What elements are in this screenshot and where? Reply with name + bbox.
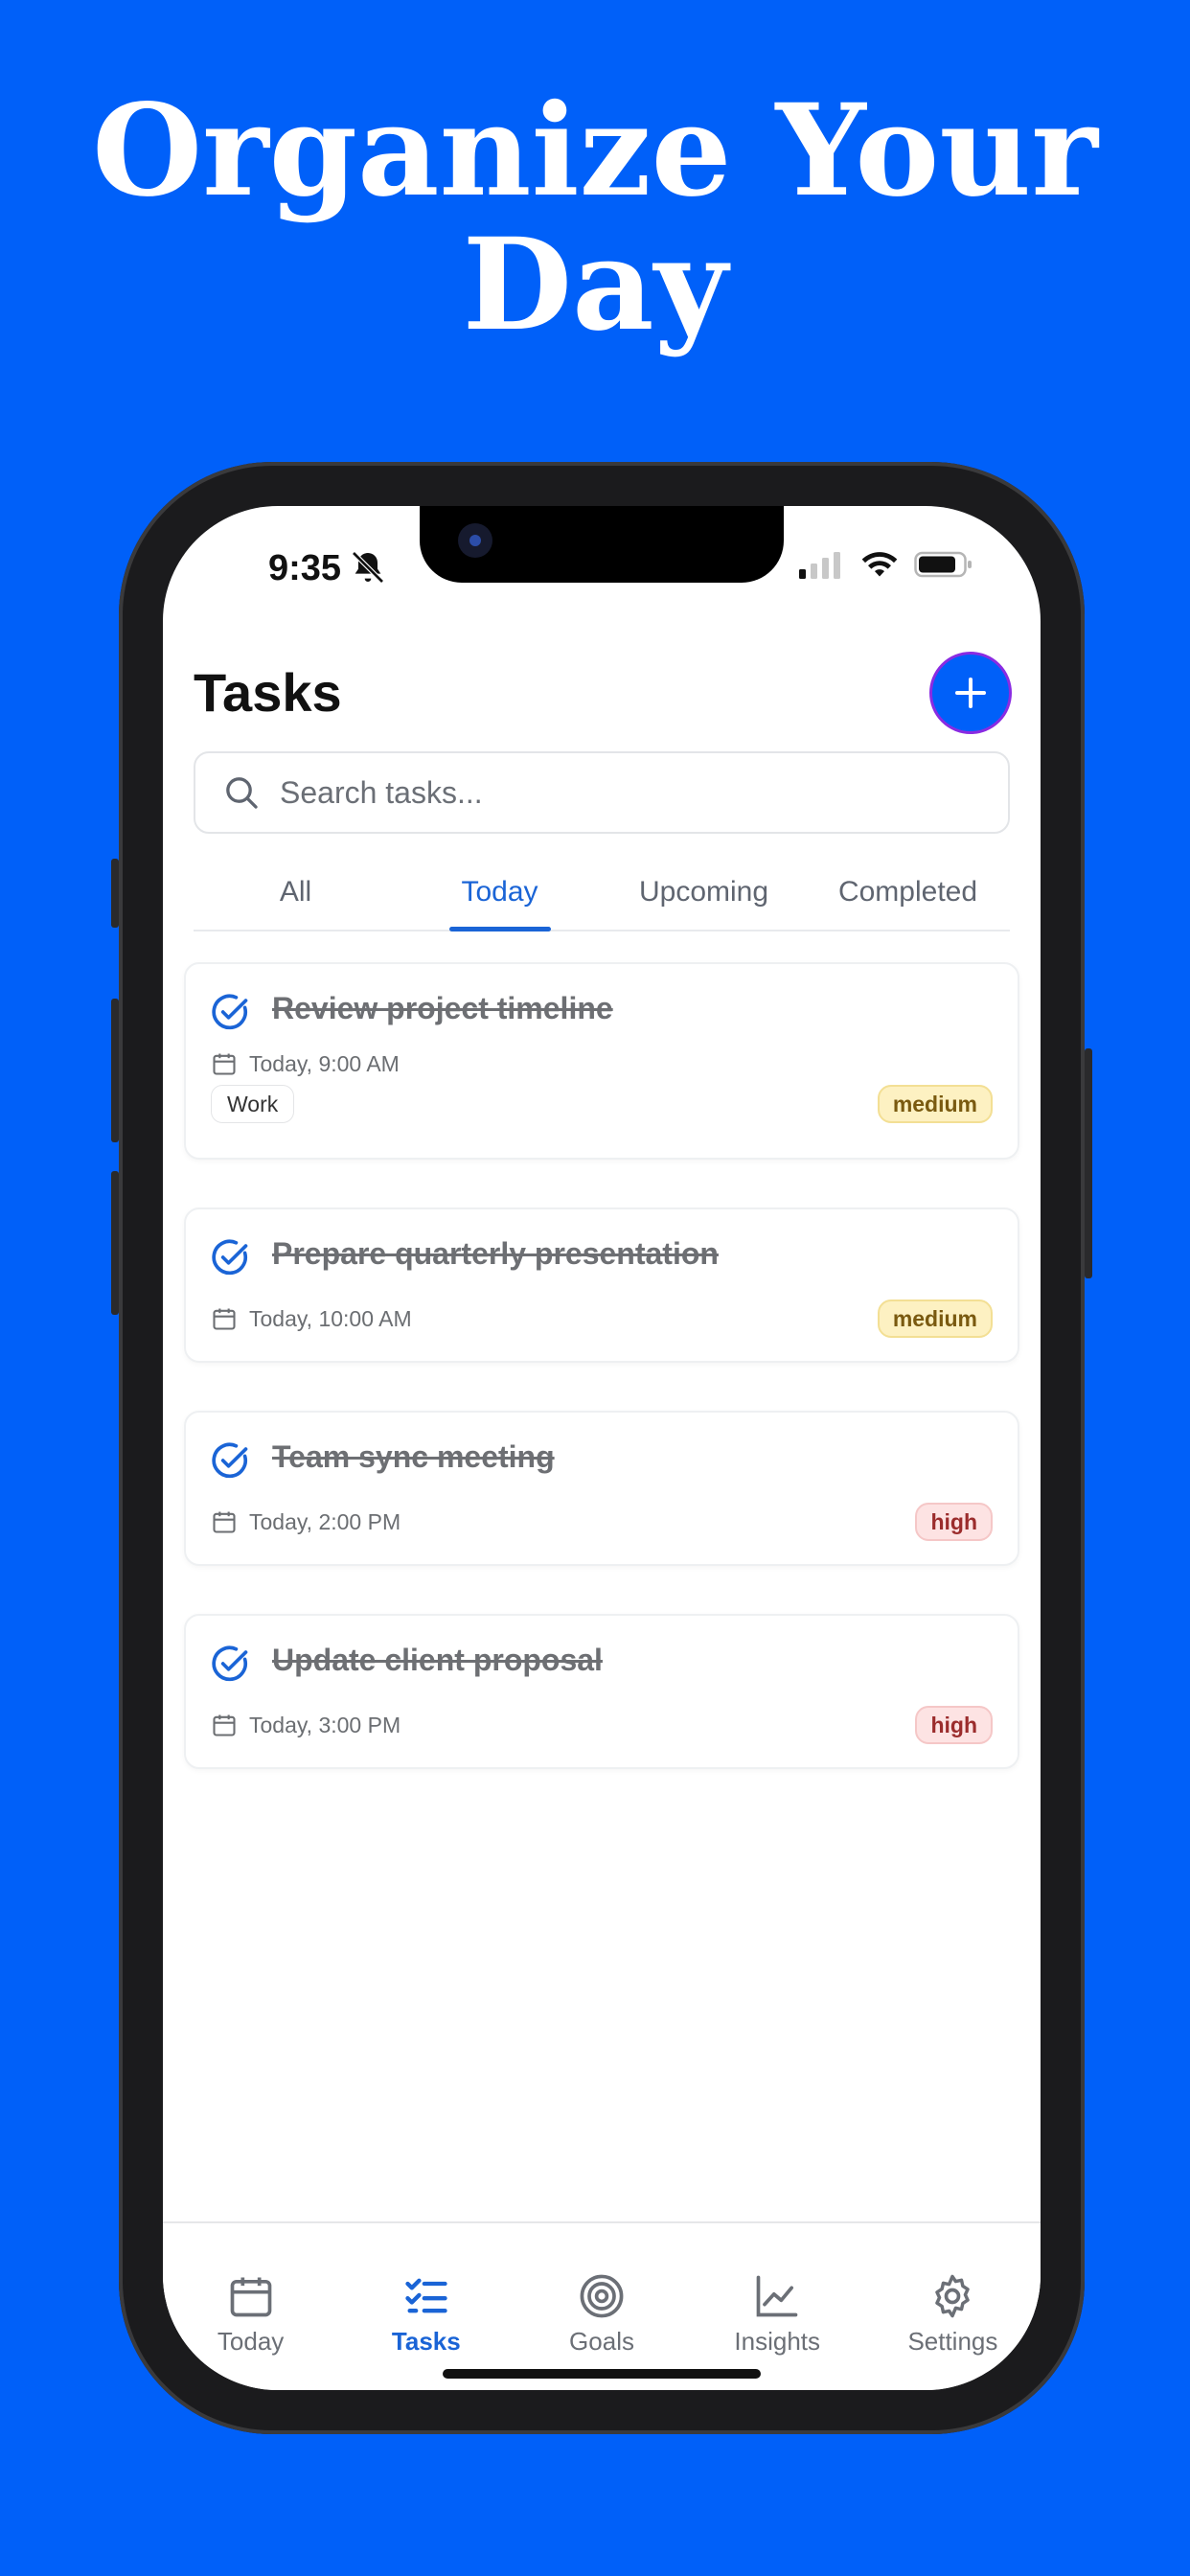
phone-frame: 9:35 Tasks Search tasks... All Today Upc… bbox=[111, 462, 1092, 2434]
task-due: Today, 9:00 AM bbox=[211, 1050, 400, 1077]
task-time: Today, 2:00 PM bbox=[249, 1508, 401, 1534]
priority-badge: medium bbox=[877, 1300, 993, 1338]
task-time: Today, 3:00 PM bbox=[249, 1712, 401, 1737]
nav-goals-label: Goals bbox=[569, 2327, 634, 2356]
power-button bbox=[1085, 1048, 1092, 1278]
mute-switch bbox=[111, 859, 119, 928]
nav-insights[interactable]: Insights bbox=[690, 2223, 865, 2390]
task-title: Update client proposal bbox=[272, 1643, 603, 1677]
calendar-icon bbox=[230, 2277, 271, 2317]
signal-icon bbox=[799, 552, 840, 579]
nav-tasks[interactable]: Tasks bbox=[338, 2223, 514, 2390]
calendar-icon bbox=[213, 1511, 236, 1533]
check-circle-icon[interactable] bbox=[209, 1236, 251, 1278]
tab-all[interactable]: All bbox=[194, 870, 398, 930]
search-input[interactable] bbox=[280, 774, 950, 811]
task-title: Review project timeline bbox=[272, 991, 613, 1025]
search-bar[interactable] bbox=[194, 751, 1010, 834]
checklist-icon bbox=[405, 2278, 447, 2313]
volume-down-button bbox=[111, 1171, 119, 1315]
task-due: Today, 2:00 PM bbox=[211, 1508, 400, 1535]
priority-badge: high bbox=[915, 1706, 993, 1744]
check-circle-icon[interactable] bbox=[209, 1439, 251, 1482]
status-icons bbox=[799, 550, 973, 579]
camera-icon bbox=[458, 523, 492, 558]
target-icon bbox=[580, 2274, 624, 2318]
priority-badge: medium bbox=[877, 1085, 993, 1123]
promo-headline-line2: Day bbox=[462, 211, 728, 359]
task-due: Today, 3:00 PM bbox=[211, 1712, 400, 1738]
search-icon bbox=[226, 777, 258, 809]
page-title: Tasks bbox=[194, 662, 342, 723]
calendar-icon bbox=[213, 1308, 236, 1330]
task-time: Today, 10:00 AM bbox=[249, 1305, 412, 1331]
promo-headline: Organize Your Day bbox=[0, 84, 1190, 353]
task-title: Team sync meeting bbox=[272, 1439, 555, 1474]
nav-tasks-label: Tasks bbox=[391, 2327, 461, 2356]
status-time: 9:35 bbox=[268, 548, 342, 588]
gear-icon bbox=[935, 2274, 971, 2318]
calendar-icon bbox=[213, 1053, 236, 1075]
home-indicator[interactable] bbox=[443, 2369, 761, 2379]
filter-tabs: All Today Upcoming Completed bbox=[194, 870, 1010, 932]
app-screen: 9:35 Tasks Search tasks... All Today Upc… bbox=[163, 506, 1041, 2390]
check-circle-icon[interactable] bbox=[209, 1643, 251, 1685]
notch bbox=[420, 506, 784, 583]
nav-today-label: Today bbox=[217, 2327, 285, 2356]
task-title: Prepare quarterly presentation bbox=[272, 1236, 719, 1271]
plus-icon bbox=[955, 678, 986, 708]
bell-muted-icon bbox=[352, 551, 384, 584]
tab-today[interactable]: Today bbox=[398, 870, 602, 930]
bottom-nav: Today Tasks Goals Insights Settings bbox=[163, 2221, 1041, 2390]
tab-upcoming[interactable]: Upcoming bbox=[602, 870, 806, 930]
nav-goals[interactable]: Goals bbox=[514, 2223, 689, 2390]
check-circle-icon[interactable] bbox=[209, 991, 251, 1033]
nav-settings[interactable]: Settings bbox=[865, 2223, 1041, 2390]
add-task-button[interactable] bbox=[929, 652, 1012, 734]
nav-settings-label: Settings bbox=[907, 2327, 998, 2356]
task-due: Today, 10:00 AM bbox=[211, 1305, 412, 1332]
battery-icon bbox=[914, 551, 972, 578]
wifi-icon bbox=[861, 552, 898, 577]
task-time: Today, 9:00 AM bbox=[249, 1050, 400, 1076]
calendar-icon bbox=[213, 1714, 236, 1736]
task-tag: Work bbox=[211, 1085, 295, 1123]
tab-completed[interactable]: Completed bbox=[806, 870, 1010, 930]
priority-badge: high bbox=[915, 1503, 993, 1541]
promo-headline-line1: Organize Your bbox=[92, 77, 1098, 225]
task-card[interactable]: Review project timeline Today, 9:00 AM W… bbox=[184, 962, 1019, 1160]
task-card[interactable]: Update client proposal Today, 3:00 PM hi… bbox=[184, 1614, 1019, 1769]
nav-today[interactable]: Today bbox=[163, 2223, 338, 2390]
nav-insights-label: Insights bbox=[734, 2327, 821, 2356]
volume-up-button bbox=[111, 999, 119, 1142]
task-card[interactable]: Prepare quarterly presentation Today, 10… bbox=[184, 1208, 1019, 1363]
task-card[interactable]: Team sync meeting Today, 2:00 PM high bbox=[184, 1411, 1019, 1566]
chart-icon bbox=[756, 2275, 798, 2317]
